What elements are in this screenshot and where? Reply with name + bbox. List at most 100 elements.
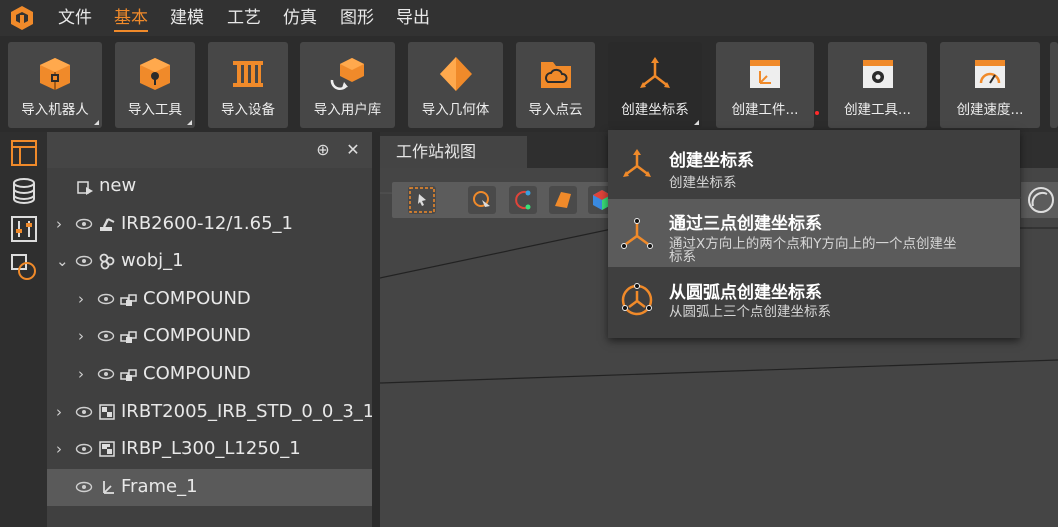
create-tool-frame-label: 创建工具... [844, 102, 911, 118]
tree-row[interactable]: › IRBP_L300_L1250_1 [47, 431, 372, 468]
dropdown-item-three-point-frame[interactable]: 通过三点创建坐标系 通过X方向上的两个点和Y方向上的一个点创建坐标系 [608, 199, 1020, 267]
create-frame-dropdown: 创建坐标系 创建坐标系 通过三点创建坐标系 通过X方向上的两个点和Y方向上的一个… [608, 130, 1020, 338]
create-workpiece-frame-label: 创建工件... [731, 102, 799, 118]
visibility-eye-icon[interactable] [75, 480, 93, 494]
robot-icon [100, 217, 115, 231]
chevron-down-icon[interactable]: ⌄ [56, 253, 70, 269]
dropdown-item-title: 创建坐标系 [669, 151, 754, 171]
robot-box-icon [40, 58, 70, 90]
user-library-icon [330, 58, 364, 90]
chevron-right-icon[interactable]: › [78, 328, 92, 344]
tree-row-label: IRB2600-12/1.65_1 [121, 212, 293, 234]
coordinate-frame-icon [640, 57, 670, 88]
speed-gauge-icon [975, 60, 1005, 88]
left-icon-strip [0, 132, 47, 527]
notification-dot [815, 111, 819, 115]
visibility-eye-icon[interactable] [75, 254, 93, 268]
menu-graphics[interactable]: 图形 [340, 6, 374, 32]
chevron-right-icon[interactable]: › [56, 441, 70, 457]
three-point-frame-icon [621, 218, 653, 249]
shapes-icon[interactable] [9, 252, 39, 282]
import-device-button[interactable]: 导入设备 [208, 42, 288, 128]
compound-icon [120, 294, 137, 306]
dropdown-item-create-frame[interactable]: 创建坐标系 创建坐标系 [608, 130, 1020, 198]
import-robot-label: 导入机器人 [21, 102, 89, 118]
snap-icon [473, 191, 490, 207]
tab-station-view[interactable]: 工作站视图 [380, 136, 527, 168]
tree-row[interactable]: › COMPOUND [47, 356, 372, 393]
visibility-eye-icon[interactable] [97, 329, 115, 343]
menu-bar: 文件 基本 建模 工艺 仿真 图形 导出 [0, 0, 1058, 36]
menu-file[interactable]: 文件 [58, 6, 92, 32]
snap-tool-button[interactable] [468, 186, 496, 214]
visibility-eye-icon[interactable] [97, 292, 115, 306]
import-tool-button[interactable]: 导入工具 [115, 42, 195, 128]
import-robot-button[interactable]: 导入机器人 [8, 42, 102, 128]
tree-row[interactable]: ⌄ wobj_1 [47, 243, 372, 280]
tree-row[interactable]: new [47, 168, 372, 205]
tree-row-label: COMPOUND [143, 287, 251, 309]
create-speed-button[interactable]: 创建速度... [940, 42, 1040, 128]
close-icon[interactable]: ✕ [342, 139, 364, 161]
chevron-right-icon[interactable]: › [56, 216, 70, 232]
compound-icon [120, 369, 137, 381]
dropdown-item-desc: 从圆弧上三个点创建坐标系 [669, 304, 831, 320]
import-user-library-button[interactable]: 导入用户库 [300, 42, 395, 128]
device-icon [233, 61, 263, 87]
menu-modeling[interactable]: 建模 [170, 6, 204, 32]
surface-icon [555, 192, 571, 208]
tree-row[interactable]: Frame_1 [47, 468, 372, 506]
tree-row[interactable]: › COMPOUND [47, 281, 372, 318]
import-geometry-button[interactable]: 导入几何体 [408, 42, 503, 128]
geometry-icon [439, 57, 472, 91]
app-logo-icon [11, 6, 33, 30]
surface-tool-button[interactable] [549, 186, 577, 214]
compound-icon [120, 331, 137, 344]
tree-row-label: COMPOUND [143, 363, 251, 384]
visibility-eye-icon[interactable] [75, 405, 93, 419]
import-point-cloud-button[interactable]: 导入点云 [516, 42, 595, 128]
tree-row-label: wobj_1 [121, 250, 184, 272]
visibility-eye-icon[interactable] [97, 367, 115, 381]
database-icon[interactable] [9, 176, 39, 206]
visibility-eye-icon[interactable] [75, 442, 93, 456]
menu-basic[interactable]: 基本 [114, 6, 148, 32]
track-icon [99, 403, 115, 420]
tool-frame-icon [862, 60, 893, 88]
dropdown-item-arc-point-frame[interactable]: 从圆弧点创建坐标系 从圆弧上三个点创建坐标系 [608, 268, 1020, 336]
tree-row[interactable]: › IRBT2005_IRB_STD_0_0_3_1 [47, 394, 374, 431]
layout-panel-icon[interactable] [9, 138, 39, 168]
station-icon [77, 181, 93, 195]
select-tool-button[interactable] [408, 186, 436, 214]
menu-simulation[interactable]: 仿真 [283, 6, 317, 32]
curve-icon [515, 190, 531, 210]
create-frame-button[interactable]: 创建坐标系 [608, 42, 702, 128]
dropdown-item-desc: 创建坐标系 [669, 175, 737, 191]
panel-splitter[interactable] [372, 132, 380, 527]
import-point-cloud-label: 导入点云 [528, 102, 583, 118]
sliders-icon[interactable] [9, 214, 39, 244]
view-sphere-icon [1028, 187, 1054, 213]
workpiece-frame-icon [750, 60, 780, 88]
create-workpiece-frame-button[interactable]: 创建工件... [716, 42, 814, 128]
view-orientation-button[interactable] [1021, 182, 1058, 218]
menu-export[interactable]: 导出 [396, 6, 430, 32]
import-user-library-label: 导入用户库 [313, 102, 382, 118]
visibility-eye-icon[interactable] [75, 217, 93, 231]
station-tree-panel: ⊕ ✕ new › IRB2600-12/1.65_1 ⌄ wobj_1 › COMPOUN… [47, 132, 374, 527]
pin-icon[interactable]: ⊕ [312, 139, 334, 161]
coordinate-frame-icon [623, 149, 651, 177]
tree-row[interactable]: › COMPOUND [47, 318, 372, 355]
curve-tool-button[interactable] [509, 186, 537, 214]
tree-row-label: IRBP_L300_L1250_1 [121, 438, 301, 460]
tree-row[interactable]: › IRB2600-12/1.65_1 [47, 206, 372, 243]
create-tool-frame-button[interactable]: 创建工具... [828, 42, 927, 128]
tool-box-icon [140, 58, 170, 90]
chevron-right-icon[interactable]: › [56, 404, 70, 420]
ribbon-overflow-button[interactable] [1050, 42, 1058, 128]
chevron-right-icon[interactable]: › [78, 291, 92, 307]
chevron-right-icon[interactable]: › [78, 366, 92, 382]
dropdown-corner-icon [694, 120, 699, 125]
menu-process[interactable]: 工艺 [227, 6, 261, 32]
positioner-icon [99, 441, 115, 457]
